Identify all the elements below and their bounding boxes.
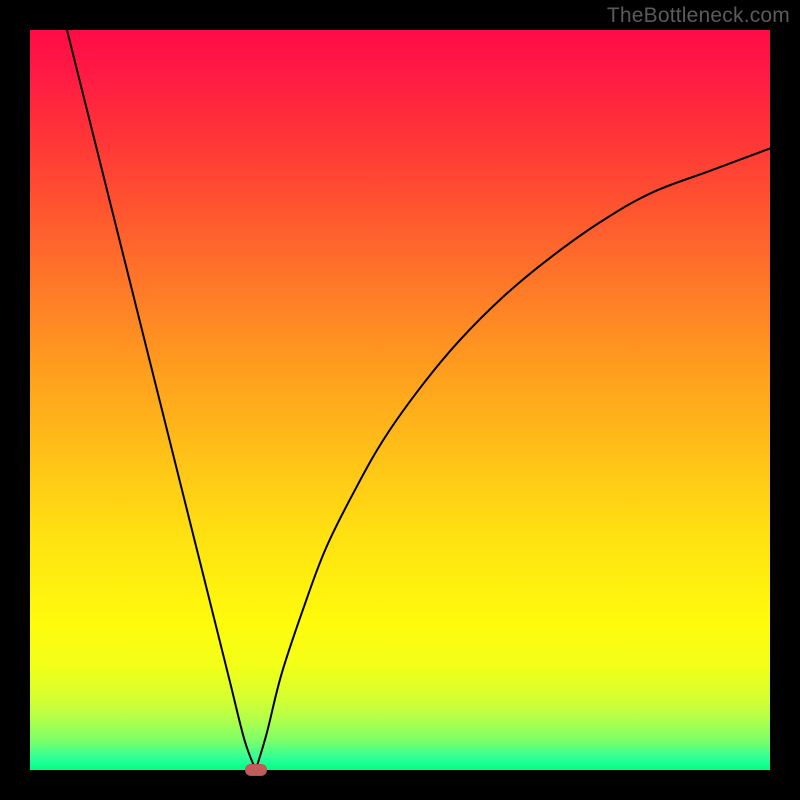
chart-frame bbox=[30, 30, 770, 770]
bottleneck-curve bbox=[30, 30, 770, 770]
plot-area bbox=[30, 30, 770, 770]
watermark-text: TheBottleneck.com bbox=[607, 4, 790, 28]
curve-path bbox=[67, 30, 770, 770]
optimum-marker bbox=[245, 764, 267, 776]
